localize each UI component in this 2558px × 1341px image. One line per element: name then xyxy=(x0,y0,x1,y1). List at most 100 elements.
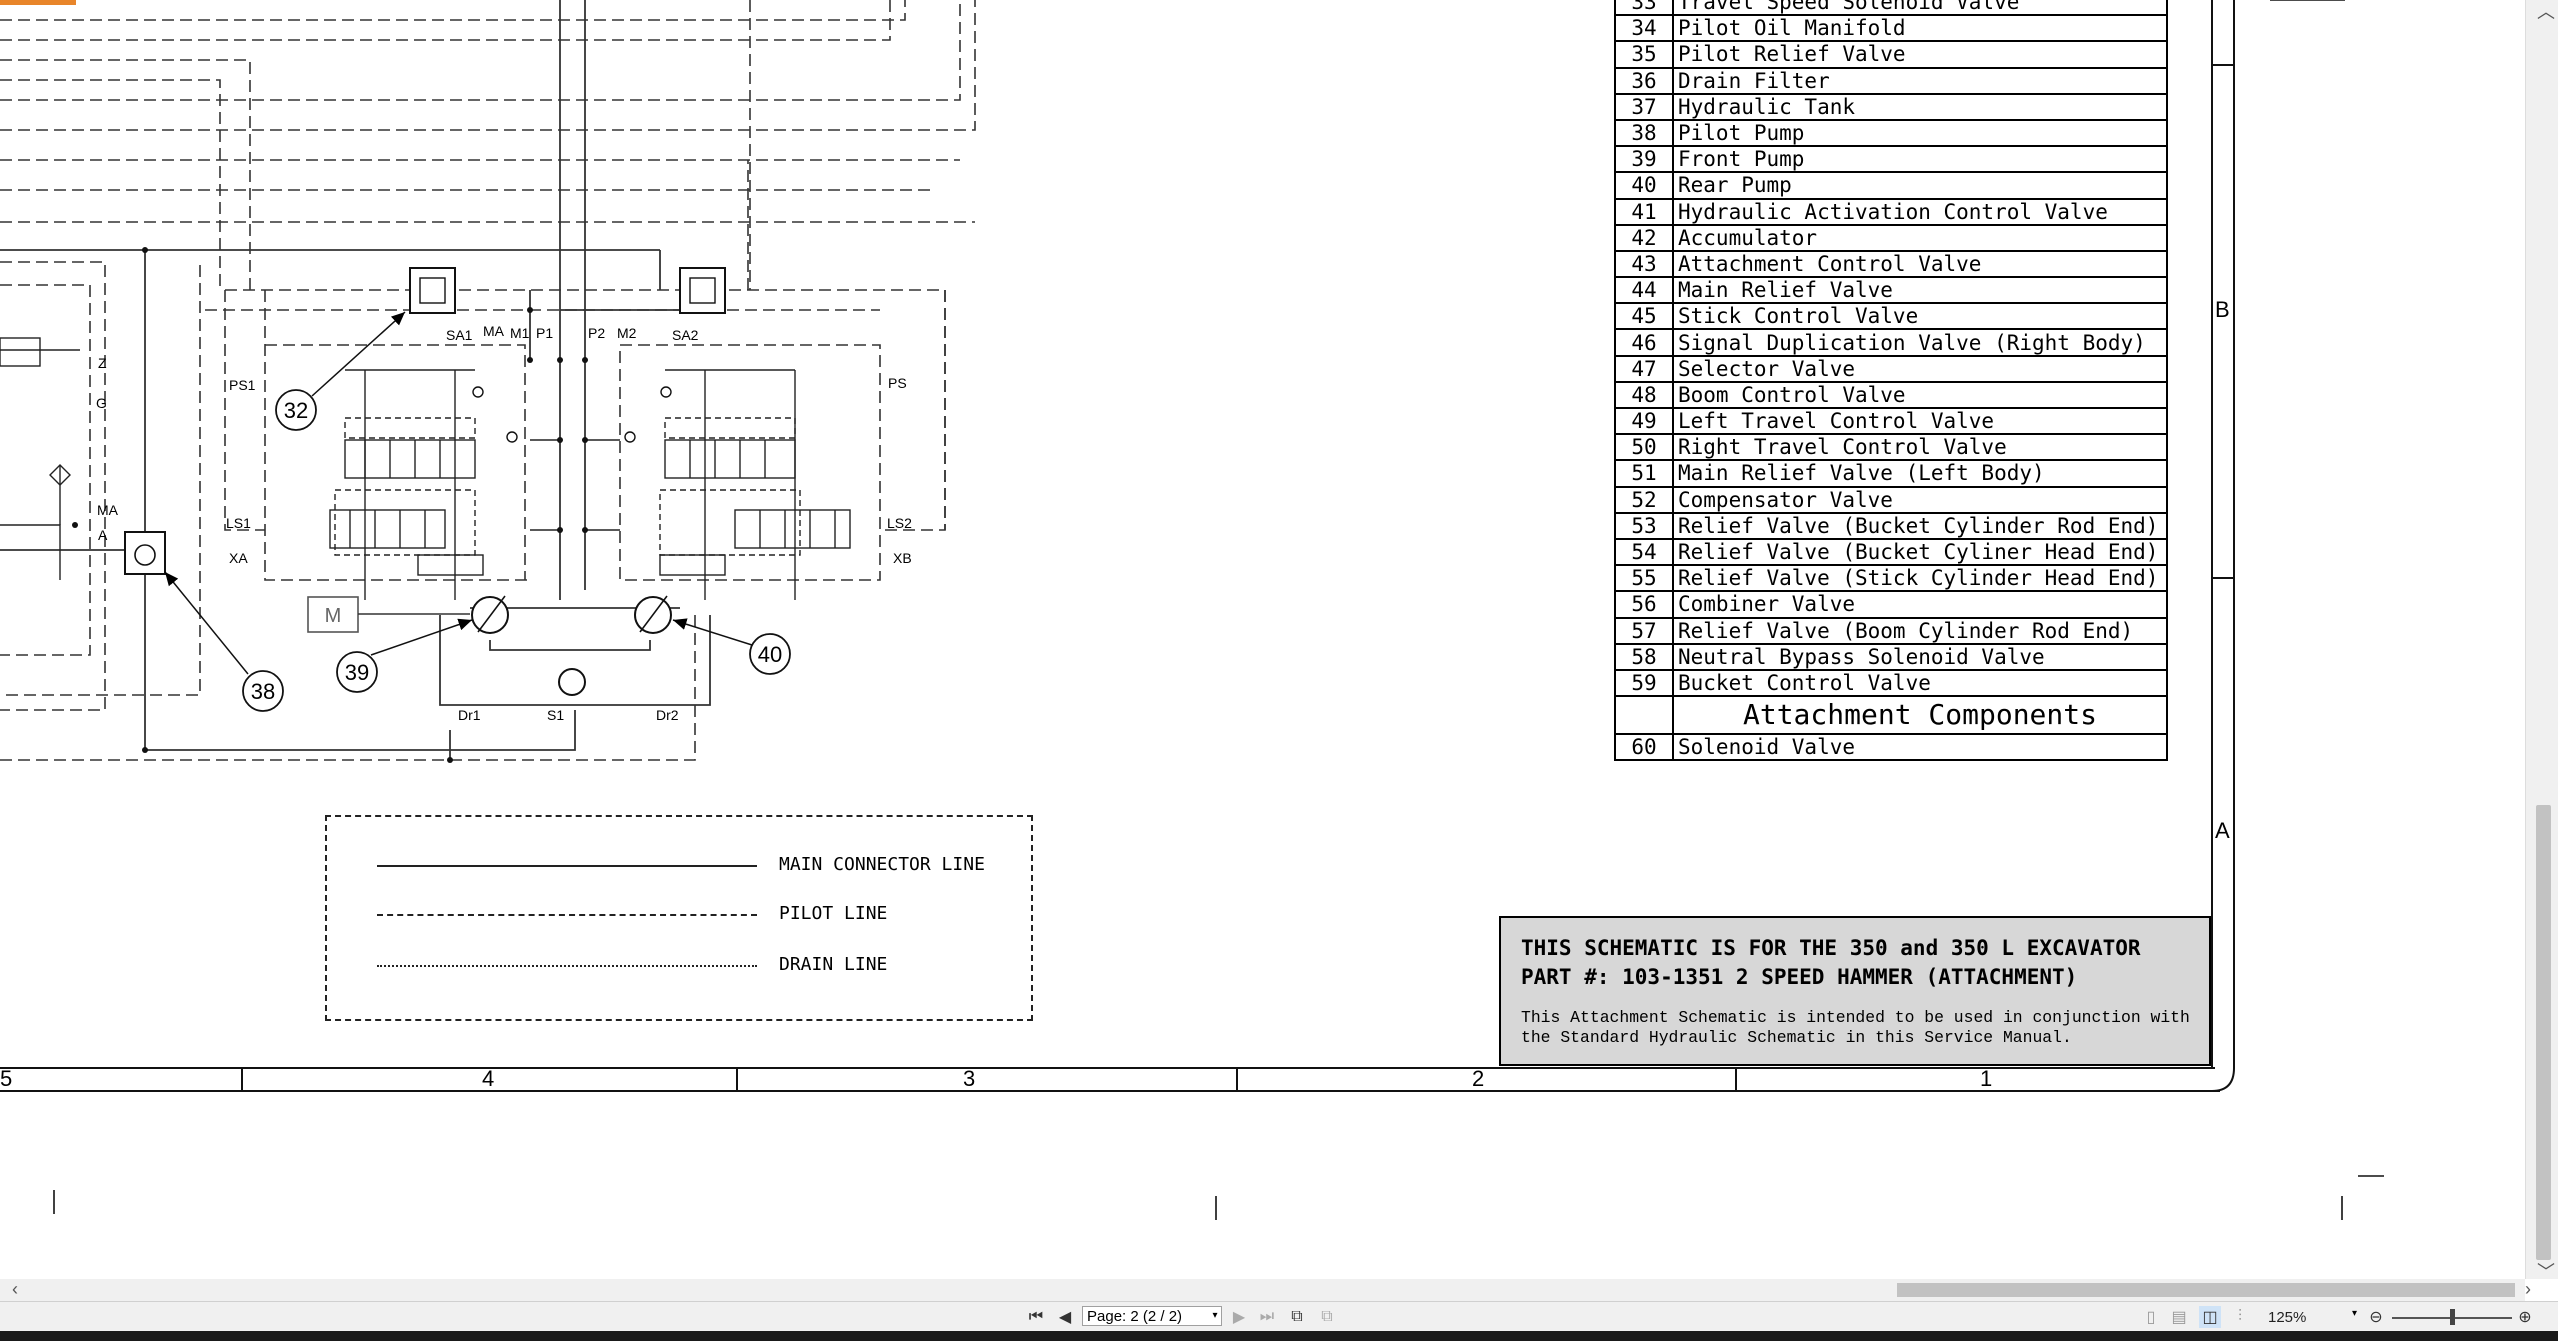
port-dr1: Dr1 xyxy=(458,707,481,723)
parts-table-row: 51 Main Relief Valve (Left Body) xyxy=(1614,459,2168,488)
part-number: 50 xyxy=(1614,433,1674,462)
port-xa: XA xyxy=(229,550,248,566)
zone-row-b: B xyxy=(2215,297,2230,322)
parts-table-section-row: Attachment Components xyxy=(1614,695,2168,736)
zoom-level[interactable]: 125% xyxy=(2268,1309,2306,1326)
part-number: 40 xyxy=(1614,171,1674,200)
zoom-dropdown-icon[interactable]: ▾ xyxy=(2352,1308,2357,1319)
split-view-icon[interactable]: ⫶ xyxy=(2229,1306,2251,1328)
port-ps: PS xyxy=(888,375,907,391)
part-name: Hydraulic Activation Control Valve xyxy=(1672,197,2168,226)
legend-main-label: MAIN CONNECTOR LINE xyxy=(779,854,985,875)
parts-table-row: 46 Signal Duplication Valve (Right Body) xyxy=(1614,328,2168,357)
part-number: 54 xyxy=(1614,537,1674,567)
port-z: Z xyxy=(98,355,107,371)
parts-table-row: 43 Attachment Control Valve xyxy=(1614,249,2168,279)
parts-table-row: 33 Travel Speed Solenoid Valve xyxy=(1614,0,2168,17)
scroll-up-icon[interactable]: ︿ xyxy=(2537,0,2555,24)
parts-table-row: 45 Stick Control Valve xyxy=(1614,302,2168,331)
port-a: A xyxy=(98,527,108,543)
last-page-icon[interactable]: ⏭ xyxy=(1256,1306,1278,1328)
parts-table-row: 56 Combiner Valve xyxy=(1614,590,2168,619)
parts-table-row: 38 Pilot Pump xyxy=(1614,118,2168,148)
zone-col-3: 3 xyxy=(963,1066,976,1091)
parts-table-row: 34 Pilot Oil Manifold xyxy=(1614,14,2168,43)
previous-page-icon[interactable]: ◀ xyxy=(1054,1306,1076,1328)
taskbar-edge xyxy=(0,1331,2558,1341)
parts-table-row: 44 Main Relief Valve xyxy=(1614,276,2168,305)
single-page-view-icon[interactable]: ▯ xyxy=(2140,1306,2162,1328)
part-number: 53 xyxy=(1614,511,1674,540)
port-s1: S1 xyxy=(547,707,564,723)
scroll-right-icon[interactable]: › xyxy=(2525,1279,2531,1300)
port-sa1: SA1 xyxy=(446,327,473,343)
horizontal-scrollbar[interactable]: ‹ › xyxy=(0,1279,2531,1301)
page-dropdown-icon[interactable]: ▾ xyxy=(1208,1306,1222,1326)
legend-drain-label: DRAIN LINE xyxy=(779,954,888,975)
part-number: 57 xyxy=(1614,616,1674,645)
part-name: Bucket Control Valve xyxy=(1672,668,2168,698)
zone-row-a: A xyxy=(2215,818,2230,843)
previous-view-icon[interactable]: ⧉ xyxy=(1286,1306,1308,1328)
port-ps1: PS1 xyxy=(229,377,256,393)
part-name: Neutral Bypass Solenoid Valve xyxy=(1672,642,2168,671)
part-name: Compensator Valve xyxy=(1672,485,2168,514)
horizontal-scroll-thumb[interactable] xyxy=(1897,1283,2515,1297)
port-p2: P2 xyxy=(588,325,605,341)
part-number: 49 xyxy=(1614,406,1674,436)
continuous-view-icon[interactable]: ▤ xyxy=(2168,1306,2190,1328)
page-number-field[interactable]: Page: 2 (2 / 2) xyxy=(1082,1306,1222,1326)
document-viewport[interactable]: 32 38 39 40 SA1 MA M1 P1 P2 M2 SA2 PS1 P… xyxy=(0,0,2525,1279)
part-name: Hydraulic Tank xyxy=(1672,92,2168,121)
zoom-slider-thumb[interactable] xyxy=(2450,1309,2455,1325)
vertical-scrollbar[interactable]: ︿ ﹀ xyxy=(2525,0,2558,1282)
part-name: Relief Valve (Boom Cylinder Rod End) xyxy=(1672,616,2168,645)
port-dr2: Dr2 xyxy=(656,707,679,723)
next-view-icon[interactable]: ⧉ xyxy=(1316,1306,1338,1328)
zoom-in-icon[interactable]: ⊕ xyxy=(2514,1306,2536,1328)
port-sa2: SA2 xyxy=(672,327,699,343)
parts-table-row: 40 Rear Pump xyxy=(1614,171,2168,200)
part-number: 39 xyxy=(1614,145,1674,174)
title-block: THIS SCHEMATIC IS FOR THE 350 and 350 L … xyxy=(1499,916,2211,1066)
port-ma-top: MA xyxy=(483,323,505,339)
parts-table-row: 50 Right Travel Control Valve xyxy=(1614,433,2168,462)
part-name: Right Travel Control Valve xyxy=(1672,433,2168,462)
parts-table-row: 36 Drain Filter xyxy=(1614,66,2168,95)
first-page-icon[interactable]: ⏮ xyxy=(1025,1306,1047,1328)
port-g: G xyxy=(96,395,107,411)
part-name: Main Relief Valve (Left Body) xyxy=(1672,459,2168,488)
parts-table-row: 37 Hydraulic Tank xyxy=(1614,92,2168,121)
next-page-icon[interactable]: ▶ xyxy=(1228,1306,1250,1328)
port-xb: XB xyxy=(893,550,912,566)
zoom-out-icon[interactable]: ⊖ xyxy=(2365,1306,2387,1328)
part-name: Pilot Pump xyxy=(1672,118,2168,148)
part-name: Accumulator xyxy=(1672,223,2168,252)
zone-col-4: 4 xyxy=(482,1066,495,1091)
two-page-view-icon[interactable]: ◫ xyxy=(2199,1306,2221,1328)
port-ls2: LS2 xyxy=(887,515,912,531)
part-number: 34 xyxy=(1614,14,1674,43)
title-block-line1: THIS SCHEMATIC IS FOR THE 350 and 350 L … xyxy=(1521,936,2141,960)
legend-pilot-swatch xyxy=(377,914,757,916)
legend-main-row: MAIN CONNECTOR LINE xyxy=(377,854,1017,878)
callout-32: 32 xyxy=(284,398,308,423)
part-name: Relief Valve (Bucket Cylinder Rod End) xyxy=(1672,511,2168,540)
scroll-left-icon[interactable]: ‹ xyxy=(12,1279,18,1300)
parts-table-row: 52 Compensator Valve xyxy=(1614,485,2168,514)
parts-table-row: 55 Relief Valve (Stick Cylinder Head End) xyxy=(1614,564,2168,593)
section-title: Attachment Components xyxy=(1672,695,2168,736)
part-name: Pilot Oil Manifold xyxy=(1672,14,2168,43)
scroll-down-icon[interactable]: ﹀ xyxy=(2537,1258,2555,1284)
parts-table-row: 42 Accumulator xyxy=(1614,223,2168,252)
parts-table-row: 48 Boom Control Valve xyxy=(1614,380,2168,410)
part-number: 58 xyxy=(1614,642,1674,671)
zone-col-2: 2 xyxy=(1472,1066,1485,1091)
vertical-scroll-thumb[interactable] xyxy=(2536,805,2551,1260)
part-number: 55 xyxy=(1614,564,1674,593)
part-name: Signal Duplication Valve (Right Body) xyxy=(1672,328,2168,357)
parts-table: 33 Travel Speed Solenoid Valve 34 Pilot Oil… xyxy=(1614,0,2168,762)
zone-col-5: 5 xyxy=(0,1066,13,1091)
title-block-note: This Attachment Schematic is intended to… xyxy=(1521,1008,2190,1047)
part-number: 41 xyxy=(1614,197,1674,226)
